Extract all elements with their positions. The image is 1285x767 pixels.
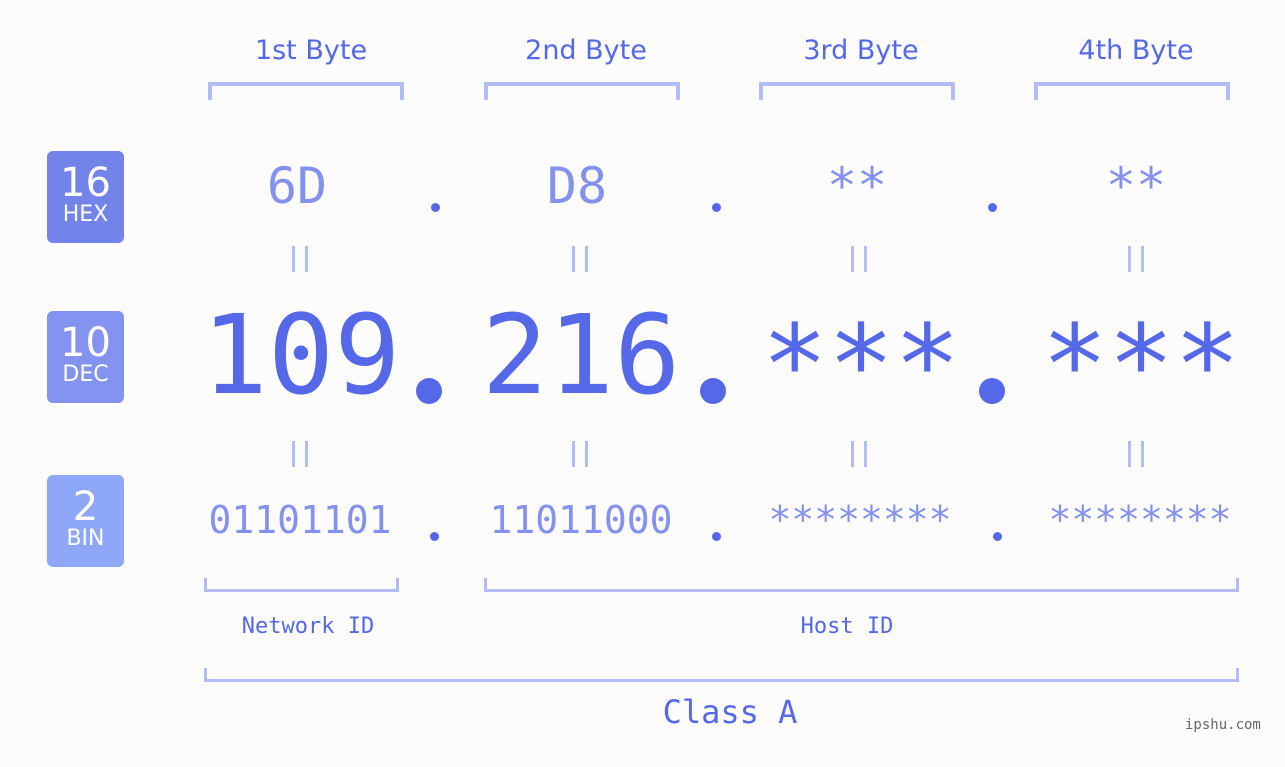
dec-badge-base: 10 <box>60 320 111 366</box>
ip-class-label: Class A <box>662 693 798 731</box>
host-id-bracket <box>484 578 1239 592</box>
class-bracket <box>204 668 1239 682</box>
byte-header-3: 3rd Byte <box>803 35 919 66</box>
byte-header-1: 1st Byte <box>254 35 368 66</box>
hex-separator-3 <box>988 203 997 212</box>
network-id-label: Network ID <box>241 614 375 639</box>
bin-separator-1 <box>430 532 439 541</box>
byte-bracket-4 <box>1034 82 1230 100</box>
bin-separator-3 <box>993 532 1002 541</box>
dec-value-2: 216 <box>481 291 681 419</box>
bin-value-2: 11011000 <box>489 498 673 542</box>
host-id-label: Host ID <box>800 614 894 639</box>
equals-icon <box>572 441 588 467</box>
hex-separator-2 <box>712 203 721 212</box>
equals-icon <box>292 246 308 272</box>
hex-value-3: ** <box>826 157 888 215</box>
hex-value-4: ** <box>1105 157 1167 215</box>
bin-value-3: ******** <box>768 498 952 542</box>
equals-icon <box>292 441 308 467</box>
bin-value-4: ******** <box>1048 498 1232 542</box>
dec-badge: 10 DEC <box>47 311 124 403</box>
equals-icon <box>1128 246 1144 272</box>
bin-badge: 2 BIN <box>47 475 124 567</box>
equals-icon <box>851 441 867 467</box>
equals-icon <box>572 246 588 272</box>
dec-separator-1 <box>416 378 442 404</box>
byte-bracket-3 <box>759 82 955 100</box>
bin-value-1: 01101101 <box>208 498 392 542</box>
dec-value-3: *** <box>761 301 961 429</box>
equals-icon <box>851 246 867 272</box>
byte-bracket-2 <box>484 82 680 100</box>
bin-badge-base: 2 <box>72 484 99 530</box>
dec-value-1: 109 <box>201 291 401 419</box>
byte-header-4: 4th Byte <box>1078 35 1194 66</box>
bin-separator-2 <box>712 532 721 541</box>
watermark: ipshu.com <box>1185 717 1261 733</box>
hex-badge: 16 HEX <box>47 151 124 243</box>
dec-separator-3 <box>979 378 1005 404</box>
bin-badge-label: BIN <box>66 526 105 551</box>
dec-separator-2 <box>700 378 726 404</box>
hex-value-2: D8 <box>546 157 608 215</box>
network-id-bracket <box>204 578 399 592</box>
equals-icon <box>1128 441 1144 467</box>
hex-badge-label: HEX <box>62 202 109 227</box>
hex-value-1: 6D <box>266 157 328 215</box>
dec-value-4: *** <box>1041 301 1241 429</box>
hex-separator-1 <box>431 203 440 212</box>
dec-badge-label: DEC <box>62 362 109 387</box>
hex-badge-base: 16 <box>60 160 111 206</box>
byte-bracket-1 <box>208 82 404 100</box>
byte-header-2: 2nd Byte <box>525 35 647 66</box>
